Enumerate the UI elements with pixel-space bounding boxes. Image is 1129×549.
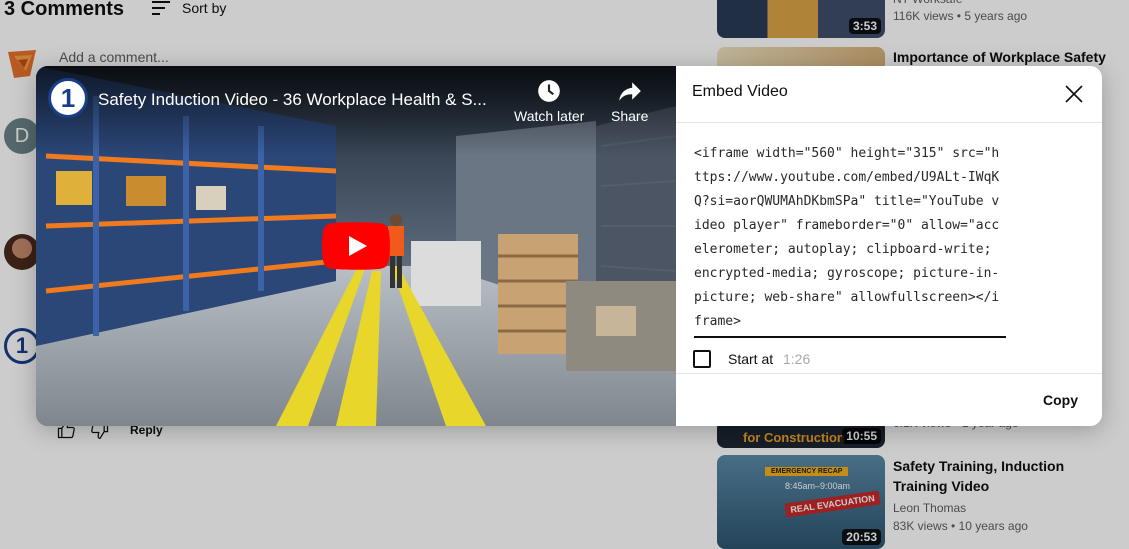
clock-icon [538,80,560,102]
embed-code-textarea[interactable]: <iframe width="560" height="315" src="ht… [694,142,1006,338]
share-button[interactable]: Share [611,78,648,124]
start-at-label: Start at [728,351,774,367]
embed-video-dialog: 1 Safety Induction Video - 36 Workplace … [36,66,1102,426]
start-at-checkbox[interactable] [693,350,711,368]
share-icon [618,82,641,101]
close-icon[interactable] [1062,82,1086,106]
channel-logo[interactable]: 1 [48,78,88,118]
watch-later-button[interactable]: Watch later [514,78,584,124]
video-title[interactable]: Safety Induction Video - 36 Workplace He… [98,90,508,110]
embed-footer-divider [676,373,1102,374]
video-player[interactable]: 1 Safety Induction Video - 36 Workplace … [36,66,676,426]
embed-header: Embed Video [676,66,1102,123]
copy-button[interactable]: Copy [1043,392,1078,408]
embed-panel: Embed Video <iframe width="560" height="… [676,66,1102,426]
start-time-input[interactable]: 1:26 [783,351,810,367]
embed-title: Embed Video [692,83,788,100]
watch-later-label: Watch later [514,108,585,124]
share-label: Share [611,108,649,124]
play-button-icon[interactable] [322,222,390,270]
